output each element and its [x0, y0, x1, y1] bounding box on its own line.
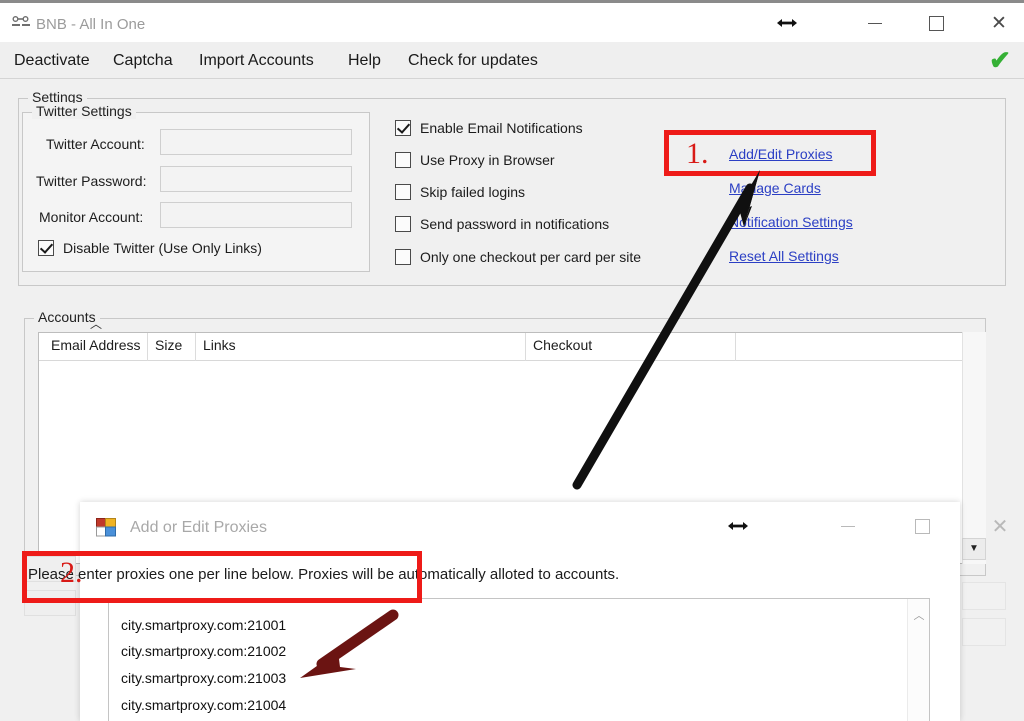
main-action-button-2[interactable] [962, 618, 1006, 646]
close-button[interactable]: ✕ [978, 11, 1020, 37]
dialog-minimize-button[interactable] [828, 514, 868, 540]
column-separator [735, 333, 736, 361]
dialog-close-button[interactable]: ✕ [980, 514, 1020, 540]
dialog-maximize-button[interactable] [902, 514, 942, 540]
link-manage-cards[interactable]: Manage Cards [729, 180, 821, 196]
menu-item-captcha[interactable]: Captcha [113, 42, 173, 79]
checkbox-skip-failed-logins[interactable]: Skip failed logins [395, 184, 525, 200]
menu-item-deactivate[interactable]: Deactivate [14, 42, 90, 79]
twitter-account-input[interactable] [160, 129, 352, 155]
proxy-line: city.smartproxy.com:21001 [121, 617, 287, 633]
checkbox-icon [395, 184, 411, 200]
dialog-title: Add or Edit Proxies [130, 519, 267, 536]
column-separator [147, 333, 148, 361]
checkbox-only-one-checkout-per-card-per-site[interactable]: Only one checkout per card per site [395, 249, 641, 265]
checkbox-icon [395, 120, 411, 136]
main-titlebar: BNB - All In One ✕ [0, 0, 1024, 42]
close-icon: ✕ [991, 516, 1009, 538]
column-header-size[interactable]: Size [155, 337, 182, 353]
sort-ascending-icon: ︿ [90, 317, 103, 331]
accounts-scroll-down-button[interactable]: ▼ [962, 538, 986, 560]
menu-bar: Deactivate Captcha Import Accounts Help … [0, 42, 1024, 79]
checkbox-disable-twitter[interactable]: Disable Twitter (Use Only Links) [38, 240, 262, 256]
twitter-settings-legend: Twitter Settings [32, 103, 136, 119]
main-action-button-1[interactable] [962, 582, 1006, 610]
minimize-icon [868, 23, 882, 25]
checkbox-icon [395, 249, 411, 265]
checkbox-label: Enable Email Notifications [420, 120, 583, 136]
twitter-password-label: Twitter Password: [36, 173, 147, 189]
annotation-number-step2: 2. [60, 556, 83, 589]
column-header-checkout[interactable]: Checkout [533, 337, 592, 353]
checkbox-label: Only one checkout per card per site [420, 249, 642, 265]
monitor-account-input[interactable] [160, 202, 352, 228]
checkbox-icon [395, 152, 411, 168]
dialog-titlebar: Add or Edit Proxies ✕ [80, 502, 1008, 554]
maximize-icon [914, 519, 930, 535]
screenshot-root: BNB - All In One ✕ Deactivate Captcha Im… [0, 0, 1024, 721]
maximize-button[interactable] [915, 11, 957, 37]
maximize-icon [928, 16, 944, 32]
column-header-email-address[interactable]: Email Address [51, 337, 140, 353]
monitor-account-label: Monitor Account: [39, 209, 144, 225]
twitter-password-input[interactable] [160, 166, 352, 192]
checkbox-send-password-in-notifications[interactable]: Send password in notifications [395, 216, 609, 232]
dialog-resize-cursor-icon [725, 516, 751, 538]
checkbox-label: Send password in notifications [420, 216, 610, 232]
menu-item-help[interactable]: Help [348, 42, 381, 79]
annotation-number-step1: 1. [686, 137, 709, 170]
minimize-button[interactable] [854, 11, 896, 37]
checkbox-label: Use Proxy in Browser [420, 152, 555, 168]
column-separator [525, 333, 526, 361]
checkbox-icon [395, 216, 411, 232]
accounts-table-header: Email Address Size Links Checkout [39, 333, 971, 361]
close-icon: ✕ [991, 13, 1007, 34]
proxy-line: city.smartproxy.com:21002 [121, 643, 287, 659]
checkbox-label: Skip failed logins [420, 184, 526, 200]
status-check-icon[interactable]: ✔ [986, 46, 1014, 74]
menu-item-check-for-updates[interactable]: Check for updates [408, 42, 538, 79]
checkbox-enable-email-notifications[interactable]: Enable Email Notifications [395, 120, 583, 136]
checkbox-label: Disable Twitter (Use Only Links) [63, 240, 262, 256]
resize-cursor-icon [775, 13, 799, 35]
link-notification-settings[interactable]: Notification Settings [729, 214, 853, 230]
column-header-links[interactable]: Links [203, 337, 236, 353]
column-separator [195, 333, 196, 361]
proxy-line: city.smartproxy.com:21004 [121, 697, 287, 713]
app-icon [12, 16, 32, 32]
link-reset-all-settings[interactable]: Reset All Settings [729, 248, 839, 264]
twitter-account-label: Twitter Account: [46, 136, 145, 152]
checkbox-use-proxy-in-browser[interactable]: Use Proxy in Browser [395, 152, 555, 168]
scroll-up-icon[interactable]: ︿ [908, 607, 930, 623]
minimize-icon [841, 526, 855, 528]
proxy-line: city.smartproxy.com:21003 [121, 670, 287, 686]
checkbox-icon [38, 240, 54, 256]
proxy-list-textarea[interactable]: city.smartproxy.com:21001 city.smartprox… [108, 598, 930, 721]
dialog-app-icon [96, 518, 116, 537]
proxy-textarea-scrollbar[interactable]: ︿ [907, 599, 929, 721]
menu-item-import-accounts[interactable]: Import Accounts [199, 42, 314, 79]
window-title: BNB - All In One [36, 16, 146, 33]
